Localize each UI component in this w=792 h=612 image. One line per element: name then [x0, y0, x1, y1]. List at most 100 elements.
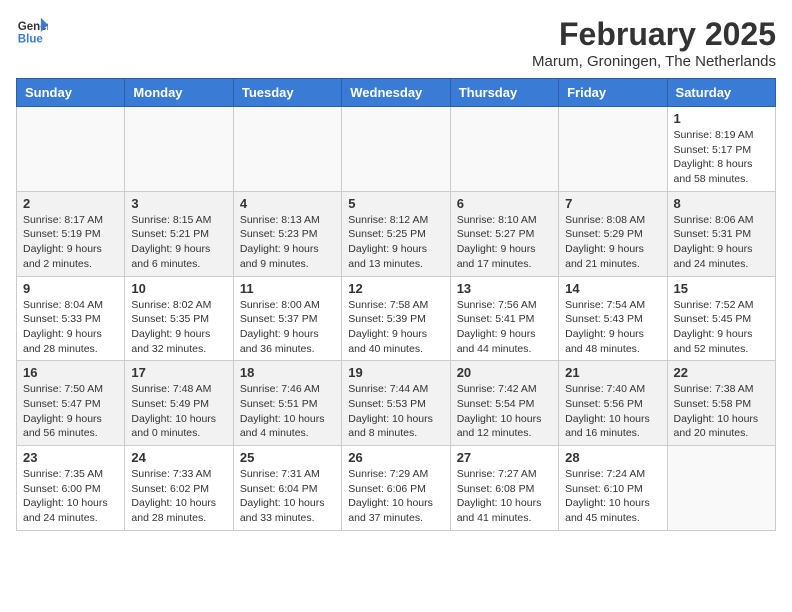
week-row-5: 23 Sunrise: 7:35 AM Sunset: 6:00 PM Dayli…	[17, 446, 776, 531]
calendar-cell: 7 Sunrise: 8:08 AM Sunset: 5:29 PM Daylig…	[559, 191, 667, 276]
day-number: 18	[240, 365, 335, 380]
weekday-header-sunday: Sunday	[17, 79, 125, 107]
day-number: 3	[131, 196, 226, 211]
day-info: Sunrise: 8:13 AM Sunset: 5:23 PM Dayligh…	[240, 213, 335, 272]
calendar-cell: 24 Sunrise: 7:33 AM Sunset: 6:02 PM Dayli…	[125, 446, 233, 531]
day-number: 23	[23, 450, 118, 465]
logo: General Blue	[16, 16, 48, 48]
weekday-header-saturday: Saturday	[667, 79, 775, 107]
day-info: Sunrise: 7:24 AM Sunset: 6:10 PM Dayligh…	[565, 467, 660, 526]
calendar-cell	[233, 107, 341, 192]
day-number: 9	[23, 281, 118, 296]
calendar-cell: 2 Sunrise: 8:17 AM Sunset: 5:19 PM Daylig…	[17, 191, 125, 276]
day-number: 5	[348, 196, 443, 211]
week-row-4: 16Sunrise: 7:50 AM Sunset: 5:47 PM Dayli…	[17, 361, 776, 446]
day-number: 15	[674, 281, 769, 296]
day-info: Sunrise: 7:40 AM Sunset: 5:56 PM Dayligh…	[565, 382, 660, 441]
day-number: 7	[565, 196, 660, 211]
day-number: 2	[23, 196, 118, 211]
weekday-header-thursday: Thursday	[450, 79, 558, 107]
day-number: 17	[131, 365, 226, 380]
calendar-cell: 22 Sunrise: 7:38 AM Sunset: 5:58 PM Dayli…	[667, 361, 775, 446]
week-row-1: 1 Sunrise: 8:19 AM Sunset: 5:17 PM Daylig…	[17, 107, 776, 192]
day-number: 13	[457, 281, 552, 296]
day-info: Sunrise: 8:02 AM Sunset: 5:35 PM Dayligh…	[131, 298, 226, 357]
calendar-cell: 3Sunrise: 8:15 AM Sunset: 5:21 PM Daylig…	[125, 191, 233, 276]
day-number: 26	[348, 450, 443, 465]
calendar-cell: 6 Sunrise: 8:10 AM Sunset: 5:27 PM Daylig…	[450, 191, 558, 276]
day-number: 1	[674, 111, 769, 126]
calendar-cell: 16Sunrise: 7:50 AM Sunset: 5:47 PM Dayli…	[17, 361, 125, 446]
day-info: Sunrise: 8:04 AM Sunset: 5:33 PM Dayligh…	[23, 298, 118, 357]
header: General Blue February 2025 Marum, Gronin…	[16, 16, 776, 70]
calendar-cell: 5 Sunrise: 8:12 AM Sunset: 5:25 PM Daylig…	[342, 191, 450, 276]
calendar-cell: 25 Sunrise: 7:31 AM Sunset: 6:04 PM Dayli…	[233, 446, 341, 531]
day-info: Sunrise: 8:17 AM Sunset: 5:19 PM Dayligh…	[23, 213, 118, 272]
day-info: Sunrise: 7:42 AM Sunset: 5:54 PM Dayligh…	[457, 382, 552, 441]
calendar-cell: 19Sunrise: 7:44 AM Sunset: 5:53 PM Dayli…	[342, 361, 450, 446]
calendar-cell: 13 Sunrise: 7:56 AM Sunset: 5:41 PM Dayli…	[450, 276, 558, 361]
calendar-cell	[450, 107, 558, 192]
calendar-cell: 12Sunrise: 7:58 AM Sunset: 5:39 PM Dayli…	[342, 276, 450, 361]
day-info: Sunrise: 7:52 AM Sunset: 5:45 PM Dayligh…	[674, 298, 769, 357]
week-row-3: 9 Sunrise: 8:04 AM Sunset: 5:33 PM Daylig…	[17, 276, 776, 361]
day-info: Sunrise: 8:19 AM Sunset: 5:17 PM Dayligh…	[674, 128, 769, 187]
day-info: Sunrise: 8:00 AM Sunset: 5:37 PM Dayligh…	[240, 298, 335, 357]
day-number: 16	[23, 365, 118, 380]
calendar-cell: 28 Sunrise: 7:24 AM Sunset: 6:10 PM Dayli…	[559, 446, 667, 531]
day-number: 24	[131, 450, 226, 465]
day-number: 28	[565, 450, 660, 465]
svg-text:Blue: Blue	[18, 34, 44, 46]
day-number: 25	[240, 450, 335, 465]
day-info: Sunrise: 7:33 AM Sunset: 6:02 PM Dayligh…	[131, 467, 226, 526]
day-number: 14	[565, 281, 660, 296]
day-number: 11	[240, 281, 335, 296]
calendar-cell: 23 Sunrise: 7:35 AM Sunset: 6:00 PM Dayli…	[17, 446, 125, 531]
calendar-cell	[17, 107, 125, 192]
title-area: February 2025 Marum, Groningen, The Neth…	[532, 16, 776, 70]
day-info: Sunrise: 7:58 AM Sunset: 5:39 PM Dayligh…	[348, 298, 443, 357]
weekday-header-wednesday: Wednesday	[342, 79, 450, 107]
weekday-header-monday: Monday	[125, 79, 233, 107]
day-info: Sunrise: 8:10 AM Sunset: 5:27 PM Dayligh…	[457, 213, 552, 272]
week-row-2: 2 Sunrise: 8:17 AM Sunset: 5:19 PM Daylig…	[17, 191, 776, 276]
subtitle: Marum, Groningen, The Netherlands	[532, 53, 776, 70]
day-info: Sunrise: 7:35 AM Sunset: 6:00 PM Dayligh…	[23, 467, 118, 526]
day-info: Sunrise: 8:06 AM Sunset: 5:31 PM Dayligh…	[674, 213, 769, 272]
calendar-cell	[667, 446, 775, 531]
day-info: Sunrise: 7:48 AM Sunset: 5:49 PM Dayligh…	[131, 382, 226, 441]
day-number: 21	[565, 365, 660, 380]
day-number: 20	[457, 365, 552, 380]
day-number: 6	[457, 196, 552, 211]
day-info: Sunrise: 8:12 AM Sunset: 5:25 PM Dayligh…	[348, 213, 443, 272]
day-info: Sunrise: 7:31 AM Sunset: 6:04 PM Dayligh…	[240, 467, 335, 526]
day-info: Sunrise: 7:56 AM Sunset: 5:41 PM Dayligh…	[457, 298, 552, 357]
day-number: 27	[457, 450, 552, 465]
weekday-header-row: SundayMondayTuesdayWednesdayThursdayFrid…	[17, 79, 776, 107]
day-info: Sunrise: 7:27 AM Sunset: 6:08 PM Dayligh…	[457, 467, 552, 526]
day-info: Sunrise: 7:44 AM Sunset: 5:53 PM Dayligh…	[348, 382, 443, 441]
month-title: February 2025	[532, 16, 776, 53]
day-info: Sunrise: 7:38 AM Sunset: 5:58 PM Dayligh…	[674, 382, 769, 441]
day-number: 4	[240, 196, 335, 211]
calendar-cell: 27 Sunrise: 7:27 AM Sunset: 6:08 PM Dayli…	[450, 446, 558, 531]
calendar: SundayMondayTuesdayWednesdayThursdayFrid…	[16, 78, 776, 531]
calendar-cell: 14 Sunrise: 7:54 AM Sunset: 5:43 PM Dayli…	[559, 276, 667, 361]
day-number: 22	[674, 365, 769, 380]
calendar-cell: 18Sunrise: 7:46 AM Sunset: 5:51 PM Dayli…	[233, 361, 341, 446]
day-number: 10	[131, 281, 226, 296]
calendar-cell: 1 Sunrise: 8:19 AM Sunset: 5:17 PM Daylig…	[667, 107, 775, 192]
day-info: Sunrise: 7:54 AM Sunset: 5:43 PM Dayligh…	[565, 298, 660, 357]
calendar-cell: 11 Sunrise: 8:00 AM Sunset: 5:37 PM Dayli…	[233, 276, 341, 361]
calendar-cell: 26Sunrise: 7:29 AM Sunset: 6:06 PM Dayli…	[342, 446, 450, 531]
day-number: 8	[674, 196, 769, 211]
calendar-cell	[559, 107, 667, 192]
day-info: Sunrise: 8:08 AM Sunset: 5:29 PM Dayligh…	[565, 213, 660, 272]
calendar-cell: 4 Sunrise: 8:13 AM Sunset: 5:23 PM Daylig…	[233, 191, 341, 276]
calendar-cell: 15 Sunrise: 7:52 AM Sunset: 5:45 PM Dayli…	[667, 276, 775, 361]
weekday-header-tuesday: Tuesday	[233, 79, 341, 107]
calendar-cell	[125, 107, 233, 192]
calendar-cell: 9 Sunrise: 8:04 AM Sunset: 5:33 PM Daylig…	[17, 276, 125, 361]
logo-icon: General Blue	[16, 16, 48, 48]
calendar-cell	[342, 107, 450, 192]
